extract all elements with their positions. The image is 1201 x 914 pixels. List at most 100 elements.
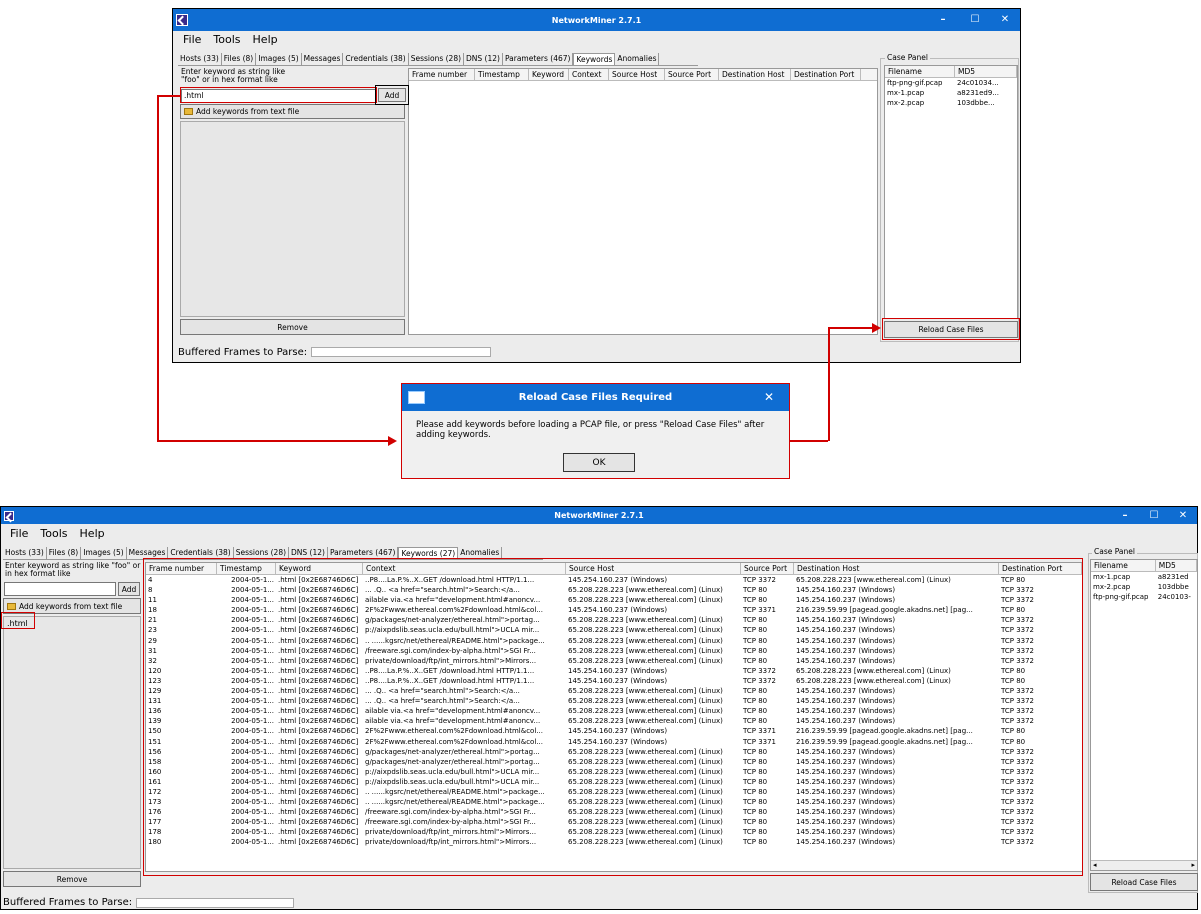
case-panel-legend-bottom: Case Panel: [1092, 547, 1137, 556]
case-files-list[interactable]: Filename MD5 ftp-png-gif.pcap 24c01034...…: [884, 65, 1018, 319]
keyword-list-bottom[interactable]: .html: [3, 616, 141, 869]
case-file-name: mx-2.pcap: [887, 99, 925, 107]
keyword-hint: Enter keyword as string like "foo" or in…: [181, 67, 286, 84]
case-file-row[interactable]: mx-1.pcap a8231ed: [1091, 572, 1197, 582]
arrow-head-left: [388, 436, 397, 446]
buffered-frames-bar-bottom: [136, 897, 295, 908]
top-window: NetworkMiner 2.7.1 – ☐ ✕ File Tools Help…: [172, 8, 1021, 363]
tab-messages[interactable]: Messages: [302, 53, 344, 65]
add-from-file-button[interactable]: Add keywords from text file: [180, 104, 405, 119]
close-button[interactable]: ✕: [997, 9, 1013, 31]
case-file-name: mx-2.pcap: [1093, 583, 1131, 591]
case-file-row[interactable]: mx-2.pcap 103dbbe...: [885, 98, 1017, 108]
case-file-row[interactable]: mx-1.pcap a8231ed9...: [885, 88, 1017, 98]
dialog-close-button[interactable]: ✕: [762, 384, 776, 411]
case-file-row[interactable]: mx-2.pcap 103dbbe: [1091, 582, 1197, 592]
col-filename-b[interactable]: Filename: [1091, 560, 1156, 571]
case-files-list-bottom[interactable]: Filename MD5 mx-1.pcap a8231ed mx-2.pcap 10…: [1090, 559, 1198, 871]
case-file-row[interactable]: ftp-png-gif.pcap 24c0103-: [1091, 592, 1197, 602]
col-md5[interactable]: MD5: [955, 66, 1017, 77]
tab-images-b[interactable]: Images (5): [81, 547, 127, 559]
keyword-list-item-highlight: [1, 612, 35, 629]
tab-credentials[interactable]: Credentials (38): [343, 53, 409, 65]
menubar-bottom: File Tools Help: [1, 524, 1197, 543]
case-file-md5: 24c0103-: [1157, 593, 1191, 601]
add-button-bottom[interactable]: Add: [118, 582, 140, 596]
menu-tools[interactable]: Tools: [213, 33, 240, 46]
menubar: File Tools Help: [173, 31, 1020, 48]
keyword-input-bottom[interactable]: [4, 582, 116, 596]
scroll-right-icon[interactable]: ▸: [1191, 861, 1195, 870]
col-filename[interactable]: Filename: [885, 66, 955, 77]
horizontal-scrollbar[interactable]: ◂ ▸: [1091, 860, 1197, 870]
folder-icon: [184, 108, 193, 115]
case-file-md5: 103dbbe: [1157, 583, 1189, 591]
results-header: Frame number Timestamp Keyword Context S…: [409, 69, 877, 81]
maximize-button[interactable]: ☐: [967, 9, 983, 31]
dialog-title: Reload Case Files Required: [518, 392, 673, 403]
keyword-results-table[interactable]: Frame number Timestamp Keyword Context S…: [408, 68, 878, 335]
keyword-input-highlight: [180, 87, 377, 103]
arrow-line-1: [157, 95, 181, 97]
tab-images[interactable]: Images (5): [256, 53, 302, 65]
col-destination-host[interactable]: Destination Host: [719, 69, 791, 80]
arrow-line-2: [157, 95, 159, 440]
menu-file-bottom[interactable]: File: [10, 527, 28, 540]
col-source-port[interactable]: Source Port: [665, 69, 719, 80]
dialog-ok-button[interactable]: OK: [563, 453, 635, 472]
tab-keywords[interactable]: Keywords: [573, 53, 616, 65]
close-button-bottom[interactable]: ✕: [1175, 507, 1191, 524]
buffered-frames-label: Buffered Frames to Parse:: [178, 346, 308, 358]
arrow-line-6: [828, 327, 874, 329]
minimize-button[interactable]: –: [935, 9, 951, 31]
arrow-line-5: [828, 327, 830, 441]
maximize-button-bottom[interactable]: ☐: [1146, 507, 1162, 524]
add-from-file-label-bottom: Add keywords from text file: [19, 601, 123, 611]
buffered-frames-bar: [311, 347, 492, 357]
tab-hosts[interactable]: Hosts (33): [178, 53, 222, 65]
dialog-message: Please add keywords before loading a PCA…: [416, 420, 765, 440]
case-file-name: ftp-png-gif.pcap: [1093, 593, 1149, 601]
minimize-button-bottom[interactable]: –: [1117, 507, 1133, 524]
tab-dns[interactable]: DNS (12): [464, 53, 503, 65]
col-timestamp[interactable]: Timestamp: [475, 69, 529, 80]
window-title: NetworkMiner 2.7.1: [551, 15, 642, 25]
menu-tools-bottom[interactable]: Tools: [40, 527, 67, 540]
col-frame-number[interactable]: Frame number: [409, 69, 475, 80]
menu-help-bottom[interactable]: Help: [80, 527, 105, 540]
arrow-head-right: [872, 323, 881, 333]
case-file-name: mx-1.pcap: [1093, 573, 1131, 581]
col-context[interactable]: Context: [569, 69, 609, 80]
case-files-header-bottom: Filename MD5: [1091, 560, 1197, 572]
add-from-file-label: Add keywords from text file: [196, 107, 300, 116]
reload-case-files-button-bottom[interactable]: Reload Case Files: [1090, 873, 1198, 891]
case-file-md5: 24c01034...: [957, 79, 999, 87]
add-button-highlight: [375, 85, 409, 105]
menu-file[interactable]: File: [183, 33, 201, 46]
remove-button[interactable]: Remove: [180, 319, 405, 335]
status-bar-bottom: Buffered Frames to Parse:: [3, 895, 295, 910]
top-titlebar: NetworkMiner 2.7.1 – ☐ ✕: [173, 9, 1020, 31]
keyword-list[interactable]: [180, 121, 405, 317]
case-file-md5: a8231ed9...: [957, 89, 999, 97]
tab-anomalies[interactable]: Anomalies: [615, 53, 660, 65]
dialog-titlebar: Reload Case Files Required ✕: [402, 384, 789, 411]
col-md5-b[interactable]: MD5: [1156, 560, 1197, 571]
menu-help[interactable]: Help: [253, 33, 278, 46]
case-file-row[interactable]: ftp-png-gif.pcap 24c01034...: [885, 78, 1017, 88]
tab-parameters[interactable]: Parameters (467): [503, 53, 574, 65]
col-destination-port[interactable]: Destination Port: [791, 69, 861, 80]
reload-button-highlight: [882, 318, 1020, 340]
col-source-host[interactable]: Source Host: [609, 69, 665, 80]
case-file-md5: 103dbbe...: [957, 99, 995, 107]
reload-dialog: Reload Case Files Required ✕ Please add …: [401, 383, 790, 479]
scroll-left-icon[interactable]: ◂: [1093, 861, 1097, 870]
tab-files[interactable]: Files (8): [222, 53, 257, 65]
bottom-titlebar: NetworkMiner 2.7.1 – ☐ ✕: [1, 507, 1197, 524]
tab-sessions[interactable]: Sessions (28): [409, 53, 465, 65]
arrow-line-3: [157, 440, 390, 442]
col-keyword[interactable]: Keyword: [529, 69, 569, 80]
remove-button-bottom[interactable]: Remove: [3, 871, 141, 887]
tab-files-b[interactable]: Files (8): [47, 547, 82, 559]
tab-hosts-b[interactable]: Hosts (33): [3, 547, 47, 559]
